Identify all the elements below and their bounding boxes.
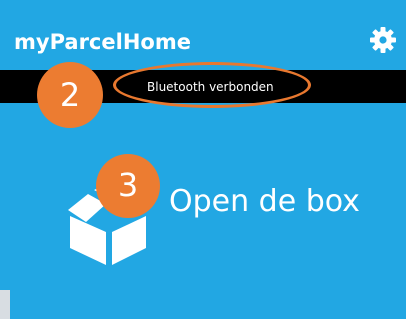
- step-badge-3: 3: [96, 154, 160, 218]
- settings-button[interactable]: [370, 27, 396, 53]
- open-box-label: Open de box: [169, 184, 360, 219]
- gear-icon: [370, 27, 396, 53]
- app-title: myParcelHome: [14, 30, 191, 54]
- step-badge-2: 2: [37, 62, 103, 128]
- app-screen: myParcelHome Bluetooth verbonden Open de…: [0, 0, 406, 319]
- left-edge-strip: [0, 290, 10, 319]
- annotation-highlight-ring: [113, 62, 311, 108]
